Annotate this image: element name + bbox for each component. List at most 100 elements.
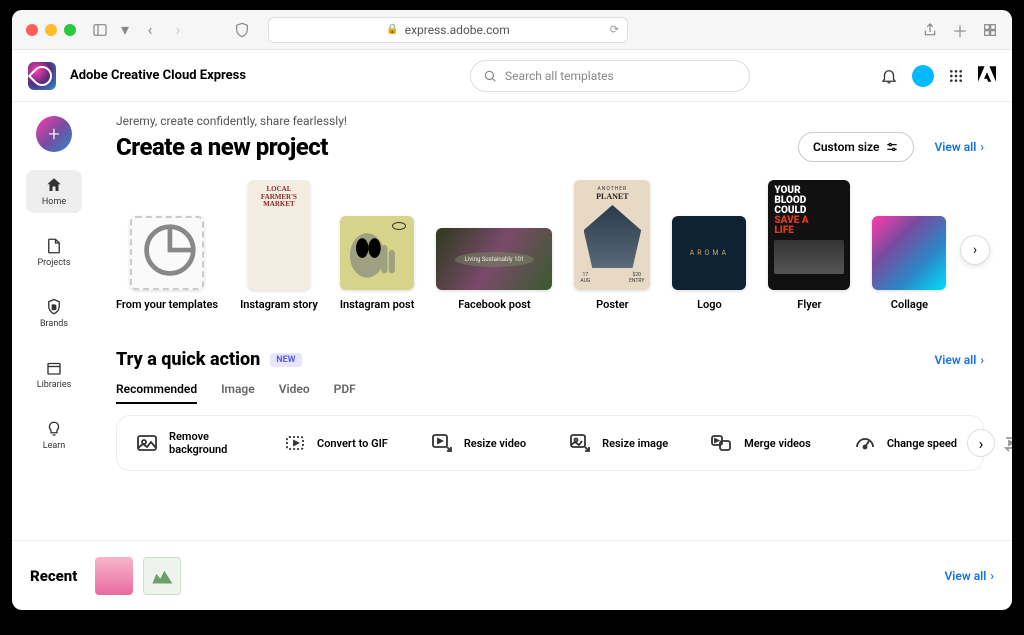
action-convert-gif[interactable]: Convert to GIF xyxy=(283,431,388,455)
quick-actions-heading: Try a quick action xyxy=(116,349,260,370)
sidebar-item-label: Libraries xyxy=(37,380,72,390)
tab-video[interactable]: Video xyxy=(279,382,310,404)
search-placeholder: Search all templates xyxy=(505,69,614,83)
close-window-button[interactable] xyxy=(26,24,38,36)
reload-icon[interactable]: ⟳ xyxy=(610,23,619,36)
view-all-label: View all xyxy=(934,140,976,154)
action-remove-background[interactable]: Remove background xyxy=(135,430,241,456)
minimize-window-button[interactable] xyxy=(45,24,57,36)
template-from-your-templates[interactable]: From your templates xyxy=(116,216,218,311)
maximize-window-button[interactable] xyxy=(64,24,76,36)
chevron-down-icon[interactable]: ▾ xyxy=(120,22,130,38)
main-content: Jeremy, create confidently, share fearle… xyxy=(96,102,1012,540)
apps-grid-icon[interactable] xyxy=(948,68,964,84)
view-all-label: View all xyxy=(944,569,986,583)
app-logo xyxy=(28,62,56,90)
browser-window: ▾ ‹ › 🔒 express.adobe.com ⟳ ＋ Adobe Crea… xyxy=(12,10,1012,610)
sidebar-toggle-icon[interactable] xyxy=(92,22,108,38)
url-bar[interactable]: 🔒 express.adobe.com ⟳ xyxy=(268,17,628,43)
quick-actions-tabs: Recommended Image Video PDF xyxy=(116,382,984,405)
back-button[interactable]: ‹ xyxy=(142,22,158,38)
action-resize-video[interactable]: Resize video xyxy=(430,431,526,455)
sidebar-item-label: Learn xyxy=(43,441,66,451)
chevron-right-icon: › xyxy=(980,140,984,154)
tab-recommended[interactable]: Recommended xyxy=(116,382,197,404)
privacy-shield-icon[interactable] xyxy=(234,22,250,38)
action-resize-image[interactable]: Resize image xyxy=(568,431,668,455)
new-project-button[interactable]: + xyxy=(36,116,72,152)
sidebar-item-label: Home xyxy=(42,197,66,207)
sidebar-item-libraries[interactable]: Libraries xyxy=(26,353,82,396)
view-all-label: View all xyxy=(934,353,976,367)
template-logo[interactable]: AROMA Logo xyxy=(672,216,746,311)
app-title: Adobe Creative Cloud Express xyxy=(70,68,246,83)
chevron-right-icon: › xyxy=(980,353,984,367)
template-facebook-post[interactable]: Living Sustainably 101 Facebook post xyxy=(436,228,552,311)
adobe-logo-icon[interactable] xyxy=(978,66,996,86)
library-icon xyxy=(45,359,63,377)
tab-pdf[interactable]: PDF xyxy=(334,382,356,404)
view-all-link[interactable]: View all › xyxy=(934,140,984,154)
app-header: Adobe Creative Cloud Express Search all … xyxy=(12,50,1012,102)
action-label: Resize image xyxy=(602,437,668,450)
notifications-icon[interactable] xyxy=(880,67,898,85)
forward-button[interactable]: › xyxy=(170,22,186,38)
template-label: Flyer xyxy=(797,298,821,311)
chevron-right-icon: › xyxy=(973,242,977,258)
shield-icon: B xyxy=(45,298,63,316)
view-all-link[interactable]: View all › xyxy=(944,569,994,583)
resize-video-icon xyxy=(430,431,454,455)
action-more[interactable] xyxy=(999,431,1012,455)
share-icon[interactable] xyxy=(922,22,938,38)
template-label: Collage xyxy=(891,298,928,311)
tab-image[interactable]: Image xyxy=(221,382,255,404)
user-avatar[interactable] xyxy=(912,65,934,87)
sidebar: + Home Projects B Brands Libraries Learn xyxy=(12,102,96,540)
recent-section: Recent View all › xyxy=(12,540,1012,610)
resize-image-icon xyxy=(568,431,592,455)
recent-item[interactable] xyxy=(143,557,181,595)
new-tab-icon[interactable]: ＋ xyxy=(952,22,968,38)
action-change-speed[interactable]: Change speed xyxy=(853,431,957,455)
custom-size-label: Custom size xyxy=(813,140,880,154)
actions-next-button[interactable]: › xyxy=(967,429,995,457)
sidebar-item-home[interactable]: Home xyxy=(26,170,82,213)
template-label: Instagram story xyxy=(240,298,318,311)
lock-icon: 🔒 xyxy=(386,24,398,35)
template-flyer[interactable]: YOURBLOODCOULD SAVE ALIFE Flyer xyxy=(768,180,850,311)
remove-bg-icon xyxy=(135,431,159,455)
action-label: Remove background xyxy=(169,430,241,456)
chevron-right-icon: › xyxy=(979,434,984,453)
tabs-grid-icon[interactable] xyxy=(982,22,998,38)
search-input[interactable]: Search all templates xyxy=(470,60,750,92)
sidebar-item-projects[interactable]: Projects xyxy=(26,231,82,274)
sliders-icon xyxy=(885,140,899,154)
template-poster[interactable]: ANOTHER PLANET 17AUG$20ENTRY Poster xyxy=(574,180,650,311)
template-collage[interactable]: Collage xyxy=(872,216,946,311)
template-label: From your templates xyxy=(116,298,218,311)
quick-actions-card: Remove background Convert to GIF Resize … xyxy=(116,415,984,471)
template-label: Poster xyxy=(596,298,628,311)
template-instagram-post[interactable]: Instagram post xyxy=(340,216,415,311)
action-label: Change speed xyxy=(887,437,957,450)
action-label: Resize video xyxy=(464,437,526,450)
titlebar: ▾ ‹ › 🔒 express.adobe.com ⟳ ＋ xyxy=(12,10,1012,50)
action-label: Merge videos xyxy=(744,437,811,450)
window-controls xyxy=(26,24,76,36)
sidebar-item-label: Brands xyxy=(40,319,68,329)
sidebar-item-brands[interactable]: B Brands xyxy=(26,292,82,335)
recent-item[interactable] xyxy=(95,557,133,595)
action-label: Convert to GIF xyxy=(317,437,388,450)
file-icon xyxy=(45,237,63,255)
custom-size-button[interactable]: Custom size xyxy=(798,132,915,162)
template-label: Facebook post xyxy=(458,298,530,311)
svg-text:B: B xyxy=(52,303,56,311)
template-instagram-story[interactable]: LOCALFARMER'SMARKET Instagram story xyxy=(240,180,318,311)
new-badge: NEW xyxy=(270,353,301,367)
sidebar-item-learn[interactable]: Learn xyxy=(26,414,82,457)
page-heading: Create a new project xyxy=(116,133,328,161)
view-all-link[interactable]: View all › xyxy=(934,353,984,367)
carousel-next-button[interactable]: › xyxy=(960,235,990,265)
home-icon xyxy=(45,176,63,194)
action-merge-videos[interactable]: Merge videos xyxy=(710,431,811,455)
